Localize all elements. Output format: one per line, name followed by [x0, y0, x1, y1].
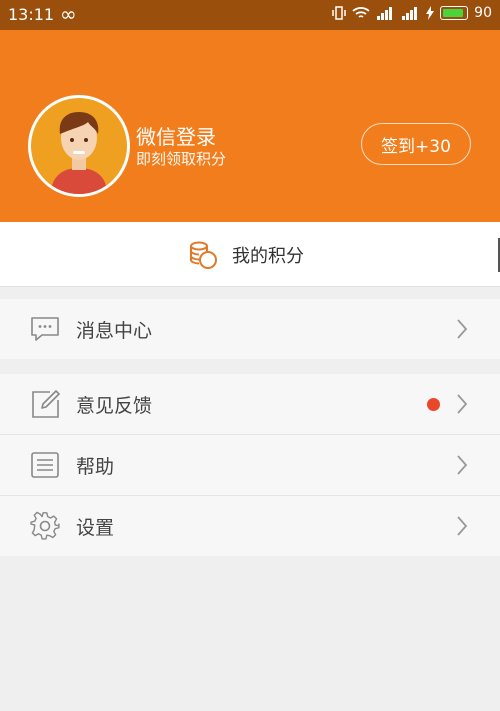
menu-item-label: 设置: [76, 517, 115, 539]
edit-icon: [32, 390, 60, 418]
battery-level: 90: [474, 5, 492, 21]
my-points-label: 我的积分: [232, 246, 304, 267]
login-title[interactable]: 微信登录: [136, 121, 216, 150]
my-points-bar[interactable]: 我的积分: [0, 222, 500, 287]
menu-group-messages: 消息中心: [0, 299, 500, 359]
menu-item-label: 消息中心: [76, 320, 153, 342]
menu-item-feedback[interactable]: 意见反馈: [0, 374, 500, 435]
chevron-right-icon: [457, 455, 468, 475]
coins-icon: [190, 241, 217, 269]
infinity-icon: ∞: [60, 2, 77, 26]
status-time: 13:11: [8, 5, 55, 24]
wifi-icon: [352, 7, 370, 18]
charging-icon: [426, 6, 435, 20]
status-icons: 90: [332, 5, 492, 21]
chevron-right-icon: [457, 516, 468, 536]
menu-item-settings[interactable]: 设置: [0, 496, 500, 556]
login-subtitle: 即刻领取积分: [136, 150, 227, 168]
menu-group-main: 意见反馈 帮助 设置: [0, 374, 500, 556]
chevron-right-icon: [457, 319, 468, 339]
menu-item-message-center[interactable]: 消息中心: [0, 299, 500, 359]
menu-item-label: 帮助: [76, 456, 115, 478]
signal-4g-icon: [402, 7, 418, 20]
menu-item-help[interactable]: 帮助: [0, 435, 500, 496]
status-bar: 13:11 ∞ 90: [0, 0, 500, 30]
avatar[interactable]: [28, 95, 130, 197]
notification-dot: [427, 398, 440, 411]
gear-icon: [30, 511, 60, 540]
battery-icon: [440, 6, 469, 20]
signin-button[interactable]: 签到+30: [361, 123, 471, 165]
avatar-illustration-icon: [51, 112, 107, 194]
message-icon: [31, 317, 59, 341]
menu-item-label: 意见反馈: [76, 395, 153, 417]
chevron-right-icon: [457, 394, 468, 414]
signal-icon: [377, 7, 393, 20]
list-icon: [31, 452, 59, 478]
vibrate-icon: [332, 6, 346, 20]
profile-header: 微信登录 即刻领取积分 签到+30: [0, 30, 500, 222]
